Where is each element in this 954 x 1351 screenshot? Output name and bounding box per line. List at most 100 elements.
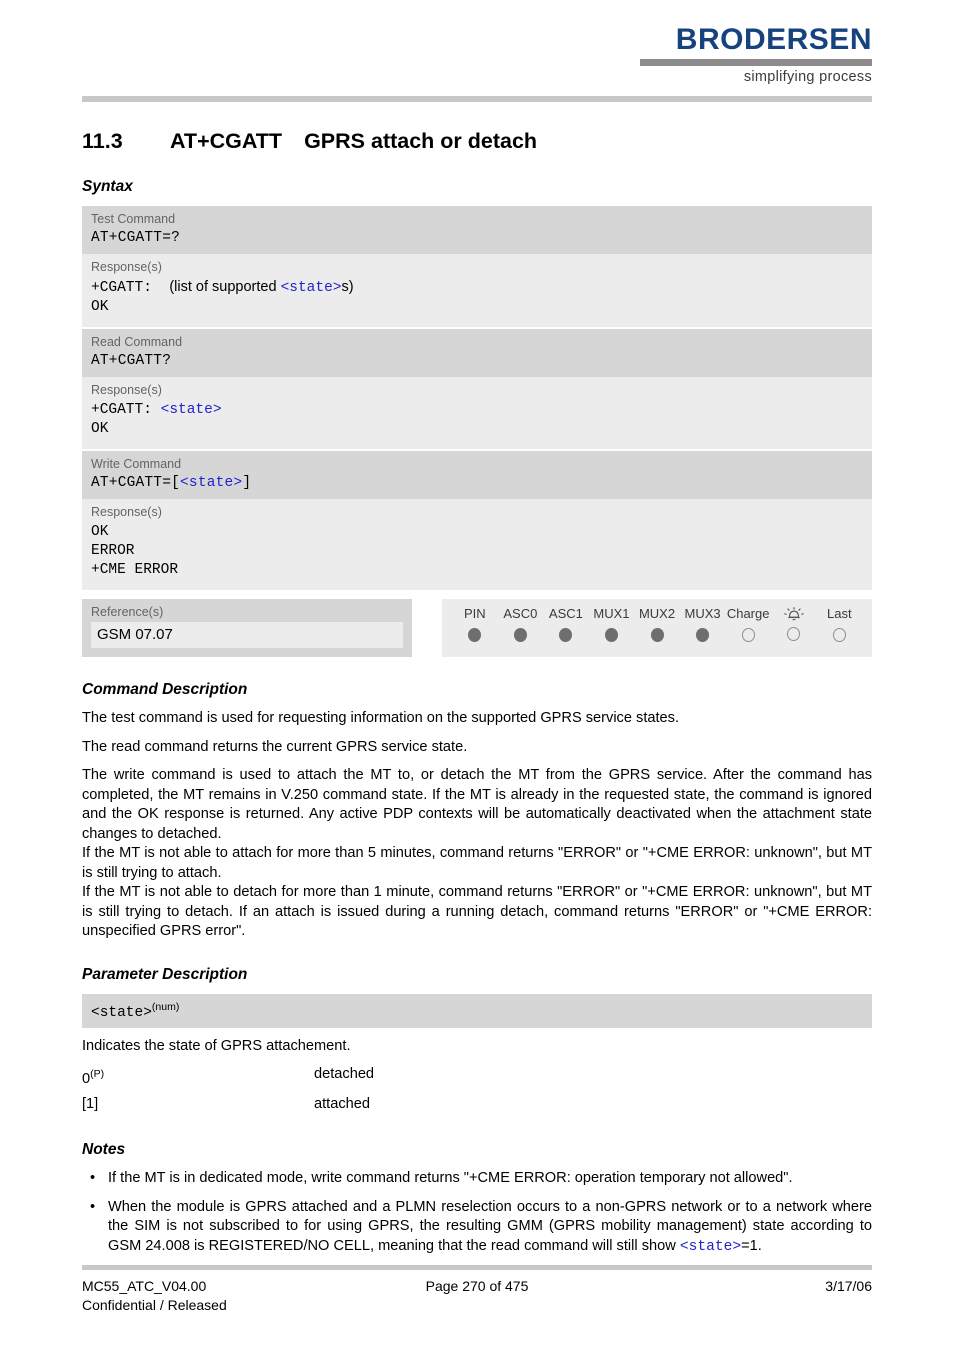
status-dot-hollow [787, 627, 801, 641]
logo-tagline: simplifying process [743, 69, 872, 85]
reference-value: GSM 07.07 [91, 622, 403, 648]
list-item: • When the module is GPRS attached and a … [82, 1198, 872, 1258]
response-ok: OK [91, 421, 109, 437]
command-text: AT+CGATT=[ [91, 475, 181, 491]
capability-indicator [543, 623, 589, 647]
command-suffix: ] [242, 475, 252, 491]
parameter-value-text: 0 [82, 1071, 91, 1088]
param-link-state[interactable]: <state> [161, 402, 222, 418]
footer-page-number: Page 270 of 475 [425, 1278, 529, 1294]
capability-header: Last [826, 606, 852, 621]
capability-header: MUX3 [684, 606, 721, 621]
parameter-name: <state> [91, 1004, 152, 1021]
capability-column-last: Last [817, 605, 863, 647]
response-prefix: +CGATT: [91, 402, 152, 418]
alarm-icon [783, 607, 804, 621]
parameter-value-superscript: (P) [90, 1068, 105, 1081]
syntax-table: Test Command AT+CGATT=? Response(s) +CGA… [82, 206, 872, 590]
response-body: +CGATT: (list of supported <state>s) OK [82, 276, 872, 327]
capability-indicator [589, 623, 635, 647]
bullet-icon: • [90, 1170, 96, 1187]
syntax-block-test-command: Test Command AT+CGATT=? Response(s) +CGA… [82, 206, 872, 327]
capability-indicator [634, 623, 680, 647]
capability-indicator [725, 623, 771, 647]
response-label: Response(s) [82, 377, 872, 399]
description-paragraph: If the MT is not able to attach for more… [82, 845, 872, 881]
parameter-value: 0(P) [82, 1062, 314, 1092]
page-header: BRODERSEN simplifying process [82, 0, 872, 86]
response-body: OK ERROR +CME ERROR [82, 521, 872, 590]
response-middle: (list of supported [169, 279, 281, 295]
command-syntax: AT+CGATT=[<state>] [82, 473, 872, 499]
parameter-value-row: [1] attached [82, 1092, 872, 1117]
capability-header: ASC1 [548, 606, 583, 621]
reference-box: Reference(s) GSM 07.07 [82, 599, 412, 657]
parameter-value-meaning: attached [314, 1096, 370, 1113]
status-dot-filled [468, 628, 482, 642]
parameter-value-row: 0(P) detached [82, 1062, 872, 1092]
header-divider [82, 96, 872, 102]
section-heading-command-description: Command Description [82, 681, 248, 698]
response-label: Response(s) [82, 499, 872, 521]
status-dot-filled [513, 628, 527, 642]
param-link-state[interactable]: <state> [281, 280, 342, 296]
parameter-value: [1] [82, 1092, 314, 1117]
capability-indicator [817, 623, 863, 647]
capability-indicator [680, 623, 726, 647]
footer-columns: MC55_ATC_V04.00 Confidential / Released … [82, 1277, 872, 1317]
capability-table: PIN ASC0 ASC1 MUX1 MUX2 MUX3 Charge Last [442, 599, 872, 657]
capability-header: MUX2 [638, 606, 676, 621]
status-dot-hollow [832, 628, 846, 642]
chapter-command: AT+CGATT [170, 129, 283, 153]
brodersen-logo: BRODERSEN simplifying process [640, 24, 872, 86]
command-text: AT+CGATT=? [91, 230, 181, 246]
command-text: AT+CGATT? [91, 353, 172, 369]
note-trailing-text: =1. [741, 1237, 762, 1254]
param-link-state[interactable]: <state> [680, 1239, 741, 1255]
section-heading-notes: Notes [82, 1141, 126, 1159]
response-prefix: +CGATT: [91, 280, 152, 296]
capability-column-alarm [771, 605, 817, 647]
parameter-name-row: <state>(num) [82, 993, 872, 1029]
capability-indicator [452, 623, 498, 647]
section-heading-syntax: Syntax [82, 178, 133, 195]
syntax-block-read-command: Read Command AT+CGATT? Response(s) +CGAT… [82, 329, 872, 449]
document-page: BRODERSEN simplifying process 11.3 AT+CG… [0, 0, 954, 1351]
capability-indicator [771, 622, 817, 646]
capability-header: ASC0 [503, 606, 538, 621]
description-paragraph: The write command is used to attach the … [82, 767, 872, 842]
logo-bar [640, 59, 872, 66]
status-dot-filled [559, 628, 573, 642]
description-paragraph: The test command is used for requesting … [82, 710, 680, 726]
response-suffix: s) [341, 279, 354, 295]
bullet-icon: • [90, 1198, 96, 1215]
capability-column-mux3: MUX3 [680, 605, 726, 647]
logo-wordmark: BRODERSEN [675, 23, 872, 56]
parameter-value-text: [1] [82, 1096, 99, 1113]
page-footer: MC55_ATC_V04.00 Confidential / Released … [82, 1265, 872, 1317]
command-syntax: AT+CGATT=? [82, 228, 872, 254]
param-link-state[interactable]: <state> [180, 475, 242, 491]
footer-divider [82, 1265, 872, 1270]
capability-column-asc1: ASC1 [543, 605, 589, 647]
block-label: Read Command [82, 329, 872, 351]
command-syntax: AT+CGATT? [82, 351, 872, 377]
chapter-description: GPRS attach or detach [304, 129, 538, 153]
footer-classification: Confidential / Released [82, 1297, 227, 1313]
block-label: Write Command [82, 451, 872, 473]
capability-header: MUX1 [593, 606, 630, 621]
reference-label: Reference(s) [91, 605, 164, 619]
response-body: +CGATT: <state> OK [82, 399, 872, 449]
capability-column-mux1: MUX1 [589, 605, 635, 647]
footer-date: 3/17/06 [825, 1278, 872, 1294]
chapter-number: 11.3 [82, 129, 123, 153]
capability-header [771, 605, 817, 622]
capability-header: PIN [463, 606, 486, 621]
response-ok: OK [91, 299, 109, 315]
capability-column-asc0: ASC0 [498, 605, 544, 647]
list-item: • If the MT is in dedicated mode, write c… [82, 1169, 872, 1189]
parameter-value-meaning: detached [314, 1066, 375, 1083]
capability-column-mux2: MUX2 [634, 605, 680, 647]
parameter-type: (num) [151, 1000, 180, 1013]
block-label: Test Command [82, 206, 872, 228]
